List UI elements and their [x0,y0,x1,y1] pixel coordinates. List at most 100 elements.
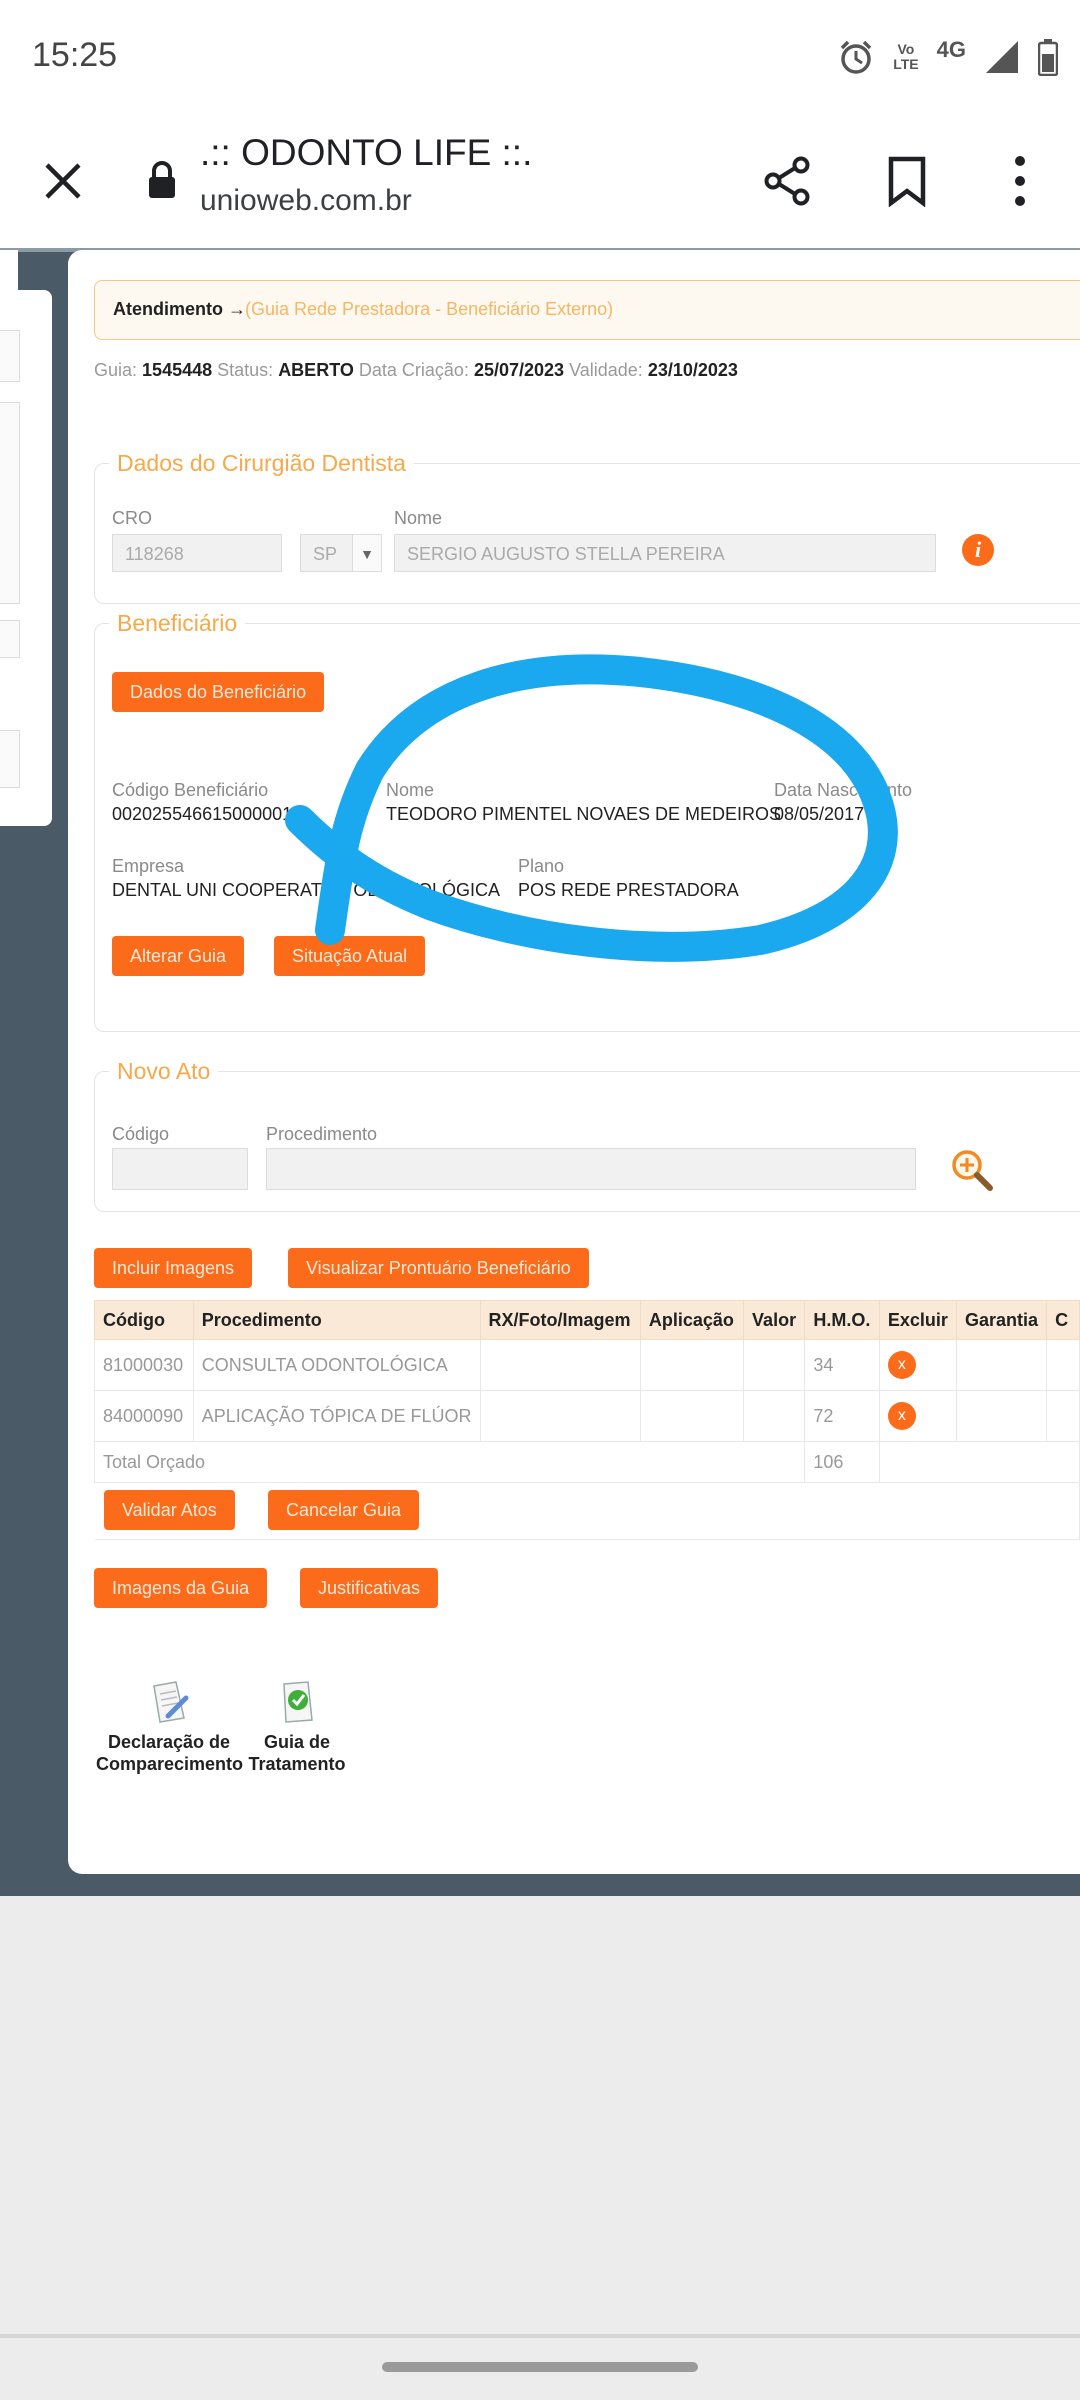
cell-procedimento: APLICAÇÃO TÓPICA DE FLÚOR [192,1390,481,1442]
table-row[interactable]: 84000090 APLICAÇÃO TÓPICA DE FLÚOR 72 x [94,1390,1080,1442]
col-excluir: Excluir [878,1300,957,1340]
status-time: 15:25 [32,36,118,74]
bottom-divider [0,2334,1080,2338]
breadcrumb-sub: (Guia Rede Prestadora - Beneficiário Ext… [245,299,614,319]
incluir-imagens-button[interactable]: Incluir Imagens [94,1248,253,1288]
close-tab-button[interactable] [30,148,96,214]
cell-aplicacao [639,1390,745,1442]
procedures-table: Código Procedimento RX/Foto/Imagem Aplic… [93,1300,1080,1540]
empresa-value: DENTAL UNI COOPERATIVA ODONTOLÓGICA [112,880,501,900]
side-field[interactable] [0,620,20,658]
validar-atos-button[interactable]: Validar Atos [104,1490,235,1530]
more-vert-icon [1015,156,1025,206]
battery-icon [1038,39,1058,76]
magnifier-plus-icon[interactable] [948,1146,996,1194]
main-card: Atendimento → (Guia Rede Prestadora - Be… [68,250,1080,1874]
document-check-icon [283,1681,313,1723]
guia-tratamento-line1: Guia de [263,1732,330,1752]
cell-codigo: 81000030 [94,1339,194,1391]
left-side-panel [0,250,52,826]
total-row: Total Orçado 106 [93,1441,1080,1483]
status-icons: Vo LTE 4G [837,34,1058,80]
network-type: 4G [936,37,966,62]
procedimento-input[interactable] [266,1148,916,1190]
declaracao-line2: Comparecimento [96,1754,244,1774]
share-icon [764,156,810,206]
criacao-value: 25/07/2023 [473,360,565,380]
declaracao-link[interactable]: Declaração de Comparecimento [96,1680,244,1775]
empresa-label: Empresa [112,856,185,876]
volte-icon: Vo LTE [893,41,919,72]
left-panel-top [0,250,18,290]
situacao-atual-button[interactable]: Situação Atual [274,936,426,976]
gesture-nav-bar[interactable] [382,2362,698,2372]
bookmark-icon [888,156,926,207]
alterar-guia-button[interactable]: Alterar Guia [112,936,245,976]
cell-garantia [955,1339,1048,1391]
total-label: Total Orçado [93,1441,806,1483]
more-menu-button[interactable] [990,146,1050,216]
declaracao-line1: Declaração de [107,1732,231,1752]
bookmark-button[interactable] [872,146,942,216]
cell-rx [479,1390,641,1442]
visualizar-prontuario-button[interactable]: Visualizar Prontuário Beneficiário [288,1248,589,1288]
dentist-section: Dados do Cirurgião Dentista [94,450,1080,604]
plano-label: Plano [518,856,565,876]
browser-toolbar: .:: ODONTO LIFE ::. unioweb.com.br [0,118,1080,248]
col-c: C [1046,1300,1080,1340]
cell-c [1046,1390,1080,1442]
cell-excluir: x [878,1390,957,1442]
novo-codigo-label: Código [112,1124,170,1144]
col-garantia: Garantia [955,1300,1048,1340]
cell-codigo: 84000090 [94,1390,194,1442]
uf-select[interactable]: SP ▼ [300,534,382,572]
guia-value: 1545448 [142,360,213,380]
status-value: ABERTO [278,360,354,380]
total-value: 106 [804,1441,880,1483]
nome-beneficiario-value: TEODORO PIMENTEL NOVAES DE MEDEIROS [386,804,782,824]
alarm-icon [840,40,872,74]
col-codigo: Código [94,1300,194,1340]
guia-tratamento-link[interactable]: Guia de Tratamento [242,1680,352,1775]
procedimento-label: Procedimento [266,1124,378,1144]
guide-info: Guia: 1545448 Status: ABERTO Data Criaçã… [94,360,738,381]
justificativas-button[interactable]: Justificativas [300,1568,439,1608]
guia-tratamento-line2: Tratamento [248,1754,346,1774]
share-button[interactable] [752,146,822,216]
page-url[interactable]: unioweb.com.br [200,184,412,218]
validade-value: 23/10/2023 [647,360,738,380]
dentist-legend: Dados do Cirurgião Dentista [117,450,406,476]
cro-field[interactable]: 118268 [112,534,282,572]
beneficiary-legend: Beneficiário [117,610,238,636]
cell-hmo: 72 [804,1390,880,1442]
side-field[interactable] [0,330,20,382]
col-procedimento: Procedimento [192,1300,481,1340]
col-hmo: H.M.O. [804,1300,880,1340]
lock-icon[interactable] [140,150,184,210]
dentist-name-field[interactable]: SERGIO AUGUSTO STELLA PEREIRA [394,534,936,572]
table-row[interactable]: 81000030 CONSULTA ODONTOLÓGICA 34 x [94,1339,1080,1391]
delete-icon[interactable]: x [887,1402,916,1430]
codigo-beneficiario-label: Código Beneficiário [112,780,269,800]
cell-aplicacao [639,1339,745,1391]
side-field[interactable] [0,730,20,788]
novo-codigo-input[interactable] [112,1148,248,1190]
cell-c [1046,1339,1080,1391]
guia-label: Guia: [94,360,138,380]
dados-beneficiario-button[interactable]: Dados do Beneficiário [112,672,325,712]
side-field[interactable] [0,402,20,604]
cell-valor [743,1390,806,1442]
breadcrumb-main[interactable]: Atendimento → [113,299,246,320]
cancelar-guia-button[interactable]: Cancelar Guia [268,1490,420,1530]
col-valor: Valor [743,1300,806,1340]
delete-icon[interactable]: x [887,1351,916,1379]
dentist-name-label: Nome [394,508,443,528]
table-header-row: Código Procedimento RX/Foto/Imagem Aplic… [94,1300,1080,1340]
status-label: Status: [217,360,274,380]
validade-label: Validade: [569,360,643,380]
imagens-guia-button[interactable]: Imagens da Guia [94,1568,268,1608]
criacao-label: Data Criação: [358,360,469,380]
signal-icon [986,41,1018,73]
cell-hmo: 34 [804,1339,880,1391]
info-icon[interactable]: i [962,534,994,566]
